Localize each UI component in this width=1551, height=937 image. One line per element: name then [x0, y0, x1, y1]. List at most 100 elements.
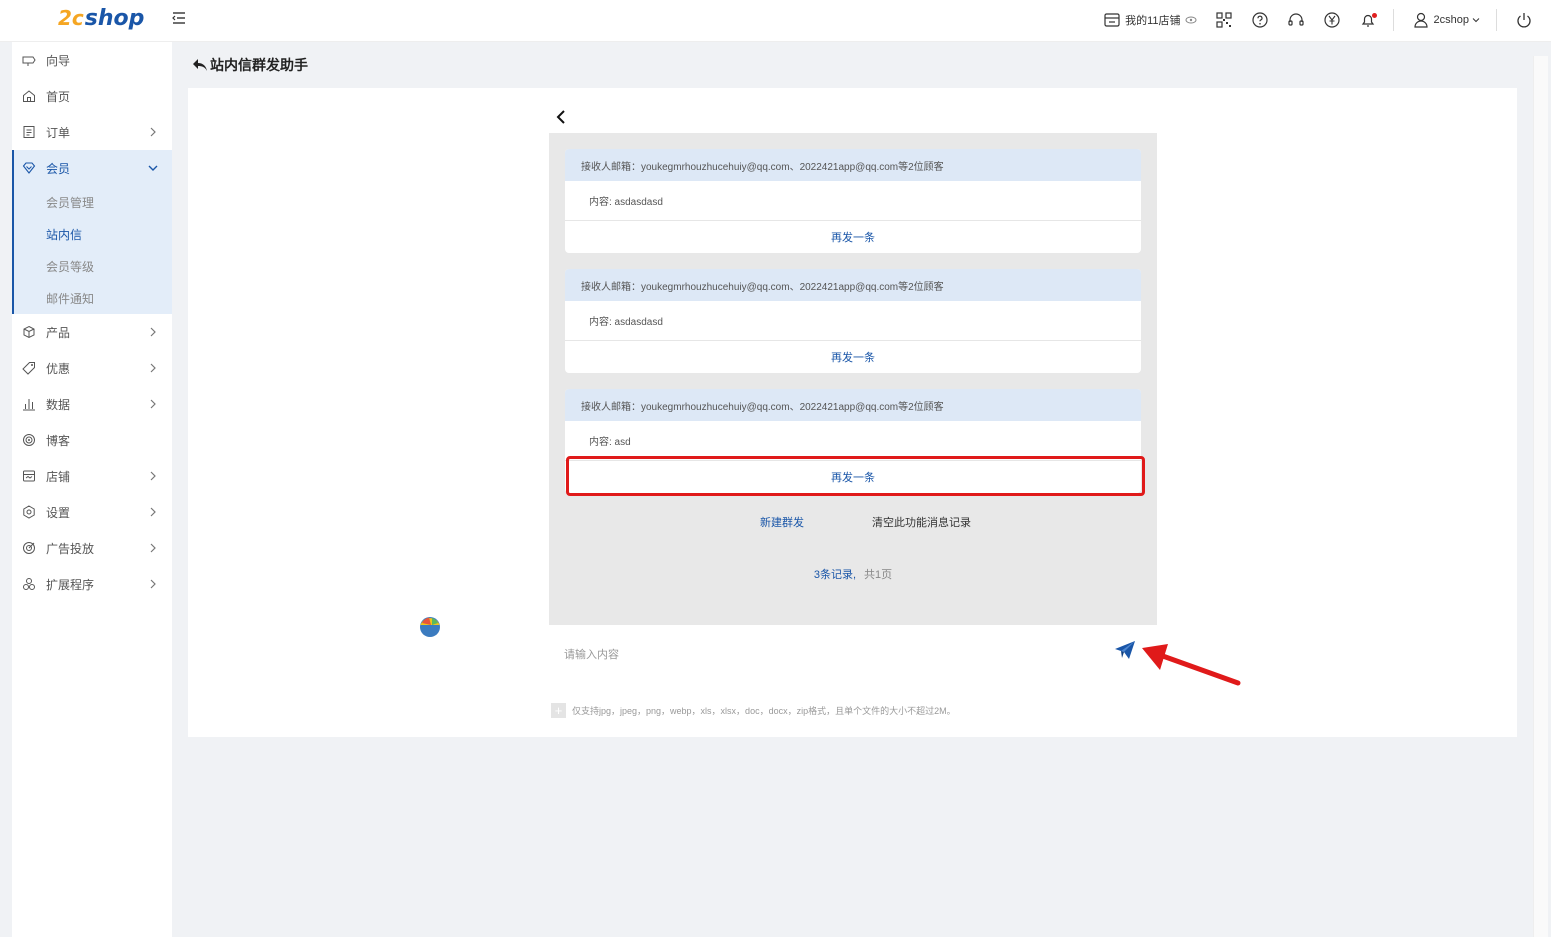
divider	[1496, 9, 1497, 31]
order-icon	[23, 126, 35, 138]
submenu-item-site-messages[interactable]: 站内信	[14, 218, 172, 250]
send-icon[interactable]	[1114, 640, 1136, 660]
page-count: 共1页	[864, 569, 893, 581]
chevron-down-icon	[148, 165, 158, 171]
top-bar: 2c shop 我的11店铺 2cshop	[0, 0, 1551, 42]
message-content: 内容: asd	[565, 421, 1141, 461]
store-icon	[23, 470, 35, 482]
logout-button[interactable]	[1515, 11, 1533, 29]
message-history: 接收人邮箱：youkegmrhouzhucehuiy@qq.com、202242…	[549, 133, 1157, 625]
upload-row: + 仅支持jpg，jpeg，png，webp，xls，xlsx，doc，docx…	[551, 703, 956, 718]
member-icon	[22, 162, 36, 174]
sidebar-item-label: 优惠	[46, 361, 71, 376]
upload-add-icon[interactable]: +	[551, 703, 566, 718]
my-store-link[interactable]: 我的11店铺	[1103, 11, 1197, 29]
user-name: 2cshop	[1433, 14, 1469, 26]
user-menu[interactable]: 2cshop	[1412, 11, 1480, 29]
ads-icon	[23, 542, 35, 554]
menu-collapse-icon[interactable]	[171, 10, 187, 26]
sidebar-item-label: 会员	[46, 161, 71, 176]
logo-word: shop	[84, 5, 145, 31]
billing-button[interactable]	[1323, 11, 1341, 29]
sidebar-item-label: 店铺	[46, 469, 71, 484]
recipient-line: 接收人邮箱：youkegmrhouzhucehuiy@qq.com、202242…	[565, 269, 1141, 301]
chevron-right-icon	[150, 543, 156, 553]
message-content: 内容: asdasdasd	[565, 181, 1141, 221]
submenu-item-member-management[interactable]: 会员管理	[14, 186, 172, 218]
sidebar-item-orders[interactable]: 订单	[12, 114, 172, 150]
notification-dot	[1371, 13, 1377, 18]
guide-icon	[22, 56, 36, 66]
sidebar-item-label: 广告投放	[46, 541, 95, 556]
submenu-item-member-levels[interactable]: 会员等级	[14, 250, 172, 282]
sidebar-item-data[interactable]: 数据	[12, 386, 172, 422]
logo[interactable]: 2c shop	[58, 2, 144, 34]
store-label: 我的11店铺	[1125, 15, 1181, 27]
support-button[interactable]	[1287, 11, 1305, 29]
sidebar-item-label: 博客	[46, 433, 71, 448]
sidebar-item-advertising[interactable]: 广告投放	[12, 530, 172, 566]
message-content: 内容: asdasdasd	[565, 301, 1141, 341]
recipient-line: 接收人邮箱：youkegmrhouzhucehuiy@qq.com、202242…	[565, 389, 1141, 421]
qrcode-button[interactable]	[1215, 11, 1233, 29]
product-icon	[23, 325, 35, 339]
message-card: 接收人邮箱：youkegmrhouzhucehuiy@qq.com、202242…	[565, 149, 1141, 253]
sidebar-item-guide[interactable]: 向导	[12, 42, 172, 78]
sidebar-item-label: 设置	[46, 505, 71, 520]
resend-button[interactable]: 再发一条	[565, 341, 1141, 373]
chevron-down-icon	[1472, 18, 1480, 23]
reply-back-icon	[193, 59, 207, 71]
sidebar-item-label: 数据	[46, 397, 71, 412]
chevron-right-icon	[150, 127, 156, 137]
sidebar-item-products[interactable]: 产品	[12, 314, 172, 350]
chevron-right-icon	[150, 327, 156, 337]
logo-mark: 2c	[58, 6, 84, 30]
recipient-line: 接收人邮箱：youkegmrhouzhucehuiy@qq.com、202242…	[565, 149, 1141, 181]
settings-icon	[23, 505, 35, 519]
assistant-avatar-icon	[420, 617, 440, 637]
sidebar-item-members[interactable]: 会员	[12, 150, 172, 186]
highlight-annotation-box	[566, 456, 1145, 496]
chart-icon	[23, 399, 35, 411]
sidebar-item-label: 首页	[46, 89, 71, 104]
sidebar-item-store[interactable]: 店铺	[12, 458, 172, 494]
user-icon	[1413, 12, 1428, 28]
sidebar-item-blog[interactable]: 博客	[12, 422, 172, 458]
chevron-right-icon	[150, 363, 156, 373]
history-actions: 新建群发 清空此功能消息记录	[549, 514, 1157, 532]
upload-hint: 仅支持jpg，jpeg，png，webp，xls，xlsx，doc，docx，z…	[572, 706, 956, 716]
sidebar-item-home[interactable]: 首页	[12, 78, 172, 114]
sidebar-item-extensions[interactable]: 扩展程序	[12, 566, 172, 602]
chevron-right-icon	[150, 507, 156, 517]
sidebar-item-label: 向导	[46, 53, 71, 68]
sidebar: 向导 首页 订单 会员 会员管理 站内信 会员等级 邮件通知 产品 优惠 数据 …	[12, 42, 172, 937]
clear-history-link[interactable]: 清空此功能消息记录	[872, 514, 971, 530]
power-icon	[1517, 13, 1531, 28]
submenu-item-email-notifications[interactable]: 邮件通知	[14, 282, 172, 314]
resend-button[interactable]: 再发一条	[565, 221, 1141, 253]
sidebar-item-settings[interactable]: 设置	[12, 494, 172, 530]
sidebar-item-label: 订单	[46, 125, 71, 140]
page-title[interactable]: 站内信群发助手	[192, 55, 308, 75]
back-chevron-icon[interactable]	[555, 109, 569, 125]
sidebar-item-discounts[interactable]: 优惠	[12, 350, 172, 386]
home-icon	[23, 90, 35, 102]
notifications-button[interactable]	[1359, 11, 1377, 29]
divider	[1392, 9, 1394, 31]
message-input[interactable]	[564, 646, 1104, 664]
discount-tag-icon	[22, 362, 35, 375]
sidebar-item-label: 产品	[46, 325, 71, 340]
chevron-right-icon	[150, 471, 156, 481]
message-card: 接收人邮箱：youkegmrhouzhucehuiy@qq.com、202242…	[565, 269, 1141, 373]
scrollbar[interactable]	[1533, 56, 1548, 937]
record-count[interactable]: 3条记录,	[814, 569, 856, 581]
sidebar-item-label: 扩展程序	[46, 577, 95, 592]
store-icon	[1104, 13, 1120, 27]
blog-icon	[23, 434, 35, 446]
eye-icon[interactable]	[1185, 14, 1197, 26]
red-arrow-annotation	[1142, 644, 1241, 686]
help-button[interactable]	[1251, 11, 1269, 29]
extensions-icon	[23, 578, 35, 590]
page-title-text: 站内信群发助手	[210, 57, 308, 73]
new-broadcast-link[interactable]: 新建群发	[760, 514, 804, 530]
